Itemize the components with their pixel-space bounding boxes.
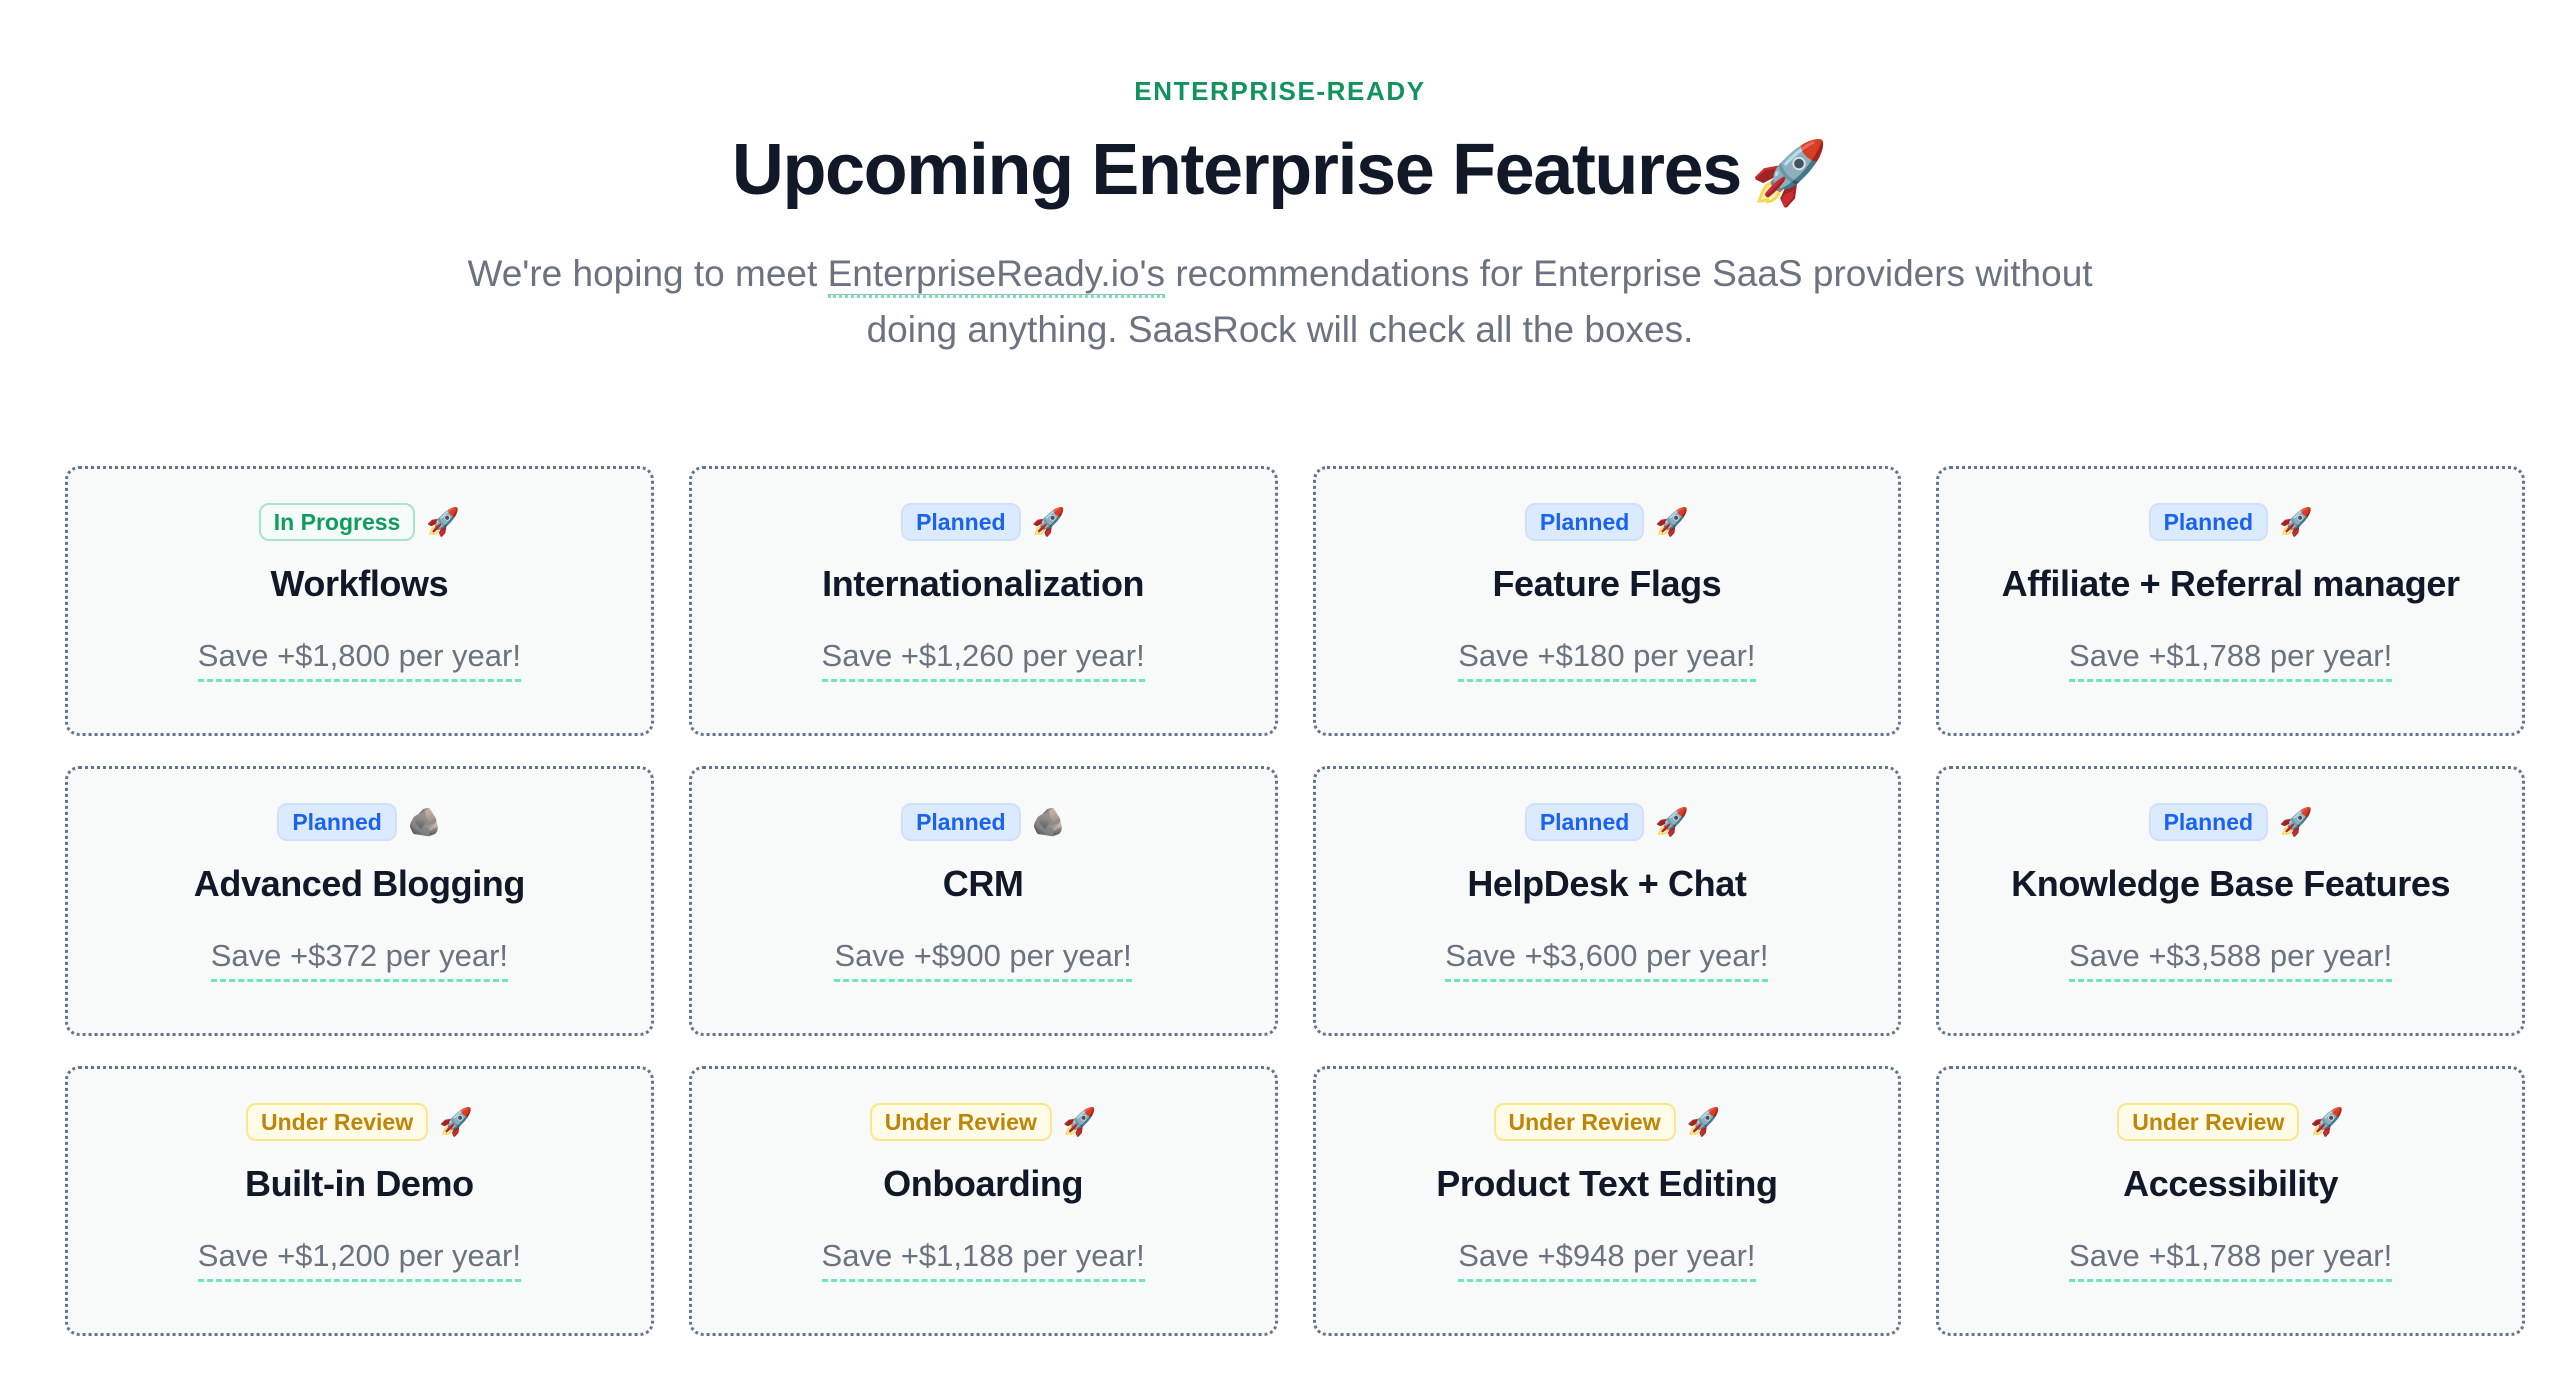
feature-card[interactable]: Under Review 🚀 Onboarding Save +$1,188 per …: [688, 1066, 1278, 1336]
card-title: CRM: [942, 863, 1024, 904]
card-status-row: Under Review 🚀: [2117, 1103, 2344, 1141]
rocket-icon: 🚀: [1686, 1106, 1721, 1137]
feature-card[interactable]: Under Review 🚀 Accessibility Save +$1,788 p…: [1936, 1066, 2525, 1336]
card-title: Workflows: [270, 563, 449, 604]
feature-card[interactable]: Planned 🚀 Affiliate + Referral manager Save…: [1936, 466, 2525, 736]
card-savings: Save +$1,800 per year!: [197, 637, 521, 682]
card-title: Onboarding: [883, 1163, 1084, 1204]
rocket-icon: 🚀: [426, 506, 460, 537]
card-title: Built-in Demo: [244, 1163, 474, 1204]
rocket-icon: 🚀: [1062, 1106, 1097, 1137]
card-title: Advanced Blogging: [193, 863, 526, 904]
card-status-row: Planned 🚀: [2148, 803, 2313, 841]
card-title: Accessibility: [2123, 1163, 2339, 1204]
page-title-text: Upcoming Enterprise Features: [731, 130, 1742, 210]
page-header: ENTERPRISE-READY Upcoming Enterprise Fea…: [0, 0, 2560, 358]
card-title: Internationalization: [822, 563, 1145, 604]
status-badge: Under Review: [869, 1103, 1052, 1141]
status-badge: Under Review: [1493, 1103, 1676, 1141]
rock-icon: 🪨: [1031, 806, 1066, 837]
card-status-row: Planned 🪨: [277, 803, 441, 841]
card-title: Affiliate + Referral manager: [2001, 563, 2460, 604]
card-status-row: Under Review 🚀: [1493, 1103, 1721, 1141]
status-badge: Planned: [1524, 803, 1645, 841]
feature-card[interactable]: Under Review 🚀 Product Text Editing Save +$…: [1312, 1066, 1902, 1336]
rocket-icon: 🚀: [1655, 506, 1689, 537]
status-badge: Planned: [277, 803, 397, 841]
status-badge: Planned: [1524, 503, 1645, 541]
card-status-row: Planned 🚀: [2148, 503, 2313, 541]
feature-card[interactable]: Planned 🪨 Advanced Blogging Save +$372 per …: [65, 766, 654, 1036]
card-savings: Save +$180 per year!: [1458, 637, 1756, 682]
card-savings: Save +$3,588 per year!: [2069, 937, 2393, 982]
card-title: Feature Flags: [1492, 563, 1722, 604]
status-badge: Under Review: [246, 1103, 429, 1141]
card-title: Product Text Editing: [1436, 1163, 1778, 1204]
card-savings: Save +$1,260 per year!: [821, 637, 1145, 682]
enterpriseready-link[interactable]: EnterpriseReady.io's: [827, 252, 1166, 298]
feature-card[interactable]: Planned 🚀 Internationalization Save +$1,260…: [688, 466, 1278, 736]
enterprise-features-page: ENTERPRISE-READY Upcoming Enterprise Fea…: [0, 0, 2560, 1392]
card-savings: Save +$3,600 per year!: [1445, 937, 1769, 982]
rocket-icon: 🚀: [1031, 506, 1066, 537]
rocket-icon: 🚀: [1750, 139, 1829, 208]
status-badge: Planned: [2148, 503, 2269, 541]
status-badge: Under Review: [2117, 1103, 2300, 1141]
feature-card[interactable]: Planned 🚀 Knowledge Base Features Save +$3,…: [1936, 766, 2525, 1036]
card-savings: Save +$372 per year!: [210, 937, 509, 982]
card-savings: Save +$948 per year!: [1458, 1237, 1756, 1282]
feature-card[interactable]: Planned 🚀 HelpDesk + Chat Save +$3,600 per …: [1312, 766, 1902, 1036]
feature-card[interactable]: Under Review 🚀 Built-in Demo Save +$1,200 p…: [65, 1066, 654, 1336]
feature-card[interactable]: Planned 🪨 CRM Save +$900 per year!: [688, 766, 1278, 1036]
rocket-icon: 🚀: [439, 1106, 473, 1137]
card-status-row: Planned 🚀: [1524, 803, 1689, 841]
rocket-icon: 🚀: [2279, 506, 2313, 537]
card-savings: Save +$1,788 per year!: [2069, 637, 2393, 682]
card-status-row: Planned 🚀: [1524, 503, 1689, 541]
page-title: Upcoming Enterprise Features 🚀: [0, 130, 2560, 210]
subtitle-part-before: We're hoping to meet: [467, 252, 828, 294]
card-status-row: Planned 🪨: [901, 803, 1065, 841]
card-status-row: In Progress 🚀: [258, 503, 460, 541]
rocket-icon: 🚀: [1655, 806, 1689, 837]
eyebrow-label: ENTERPRISE-READY: [1134, 76, 1426, 106]
card-status-row: Under Review 🚀: [246, 1103, 473, 1141]
feature-card[interactable]: Planned 🚀 Feature Flags Save +$180 per year…: [1312, 466, 1902, 736]
card-title: Knowledge Base Features: [2011, 863, 2451, 904]
card-savings: Save +$1,788 per year!: [2069, 1237, 2393, 1282]
card-status-row: Planned 🚀: [901, 503, 1065, 541]
page-subtitle: We're hoping to meet EnterpriseReady.io'…: [430, 246, 2130, 358]
status-badge: In Progress: [258, 503, 416, 541]
status-badge: Planned: [901, 803, 1021, 841]
status-badge: Planned: [2148, 803, 2269, 841]
feature-card[interactable]: In Progress 🚀 Workflows Save +$1,800 per ye…: [65, 466, 654, 736]
feature-cards-grid: In Progress 🚀 Workflows Save +$1,800 per ye…: [65, 466, 2525, 1336]
rock-icon: 🪨: [407, 806, 442, 837]
card-title: HelpDesk + Chat: [1467, 863, 1747, 904]
card-status-row: Under Review 🚀: [869, 1103, 1097, 1141]
rocket-icon: 🚀: [2279, 806, 2313, 837]
rocket-icon: 🚀: [2310, 1106, 2344, 1137]
card-savings: Save +$1,188 per year!: [821, 1237, 1145, 1282]
card-savings: Save +$1,200 per year!: [197, 1237, 521, 1282]
card-savings: Save +$900 per year!: [834, 937, 1132, 982]
status-badge: Planned: [901, 503, 1021, 541]
